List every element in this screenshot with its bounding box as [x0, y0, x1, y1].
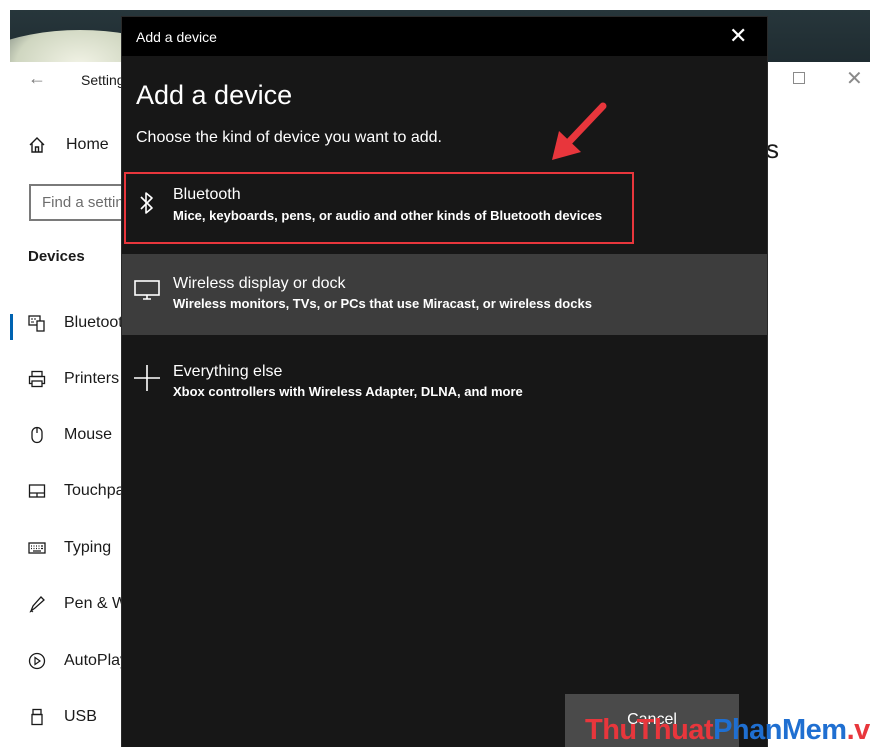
nav-item-label: Mouse [64, 426, 113, 443]
nav-item-label: Typing [64, 539, 112, 556]
home-icon [29, 137, 45, 153]
nav-item-touchpad[interactable]: Touchpad [28, 482, 133, 500]
pen-icon [28, 595, 46, 613]
page-heading: s [766, 134, 779, 164]
watermark-logo: ThuThuatPhanMem.vn [585, 714, 870, 747]
section-label: Devices [28, 248, 85, 265]
keyboard-icon [28, 539, 46, 557]
back-arrow-icon[interactable]: ← [28, 68, 46, 89]
nav-home-label: Home [66, 136, 109, 153]
close-icon[interactable]: ✕ [729, 23, 747, 49]
annotation-arrow-icon [552, 102, 607, 160]
add-device-dialog: Add a device ✕ Add a device Choose the k… [122, 17, 767, 747]
option-title: Bluetooth [173, 186, 241, 203]
watermark-part: ThuThuat [585, 714, 714, 746]
bluetooth-icon [132, 188, 162, 218]
nav-item-typing[interactable]: Typing [28, 539, 111, 557]
printer-icon [28, 370, 46, 388]
close-icon[interactable]: ✕ [846, 66, 863, 91]
keyboard-device-icon [28, 314, 46, 332]
dialog-titlebar: Add a device ✕ [122, 17, 767, 56]
dialog-subtitle: Choose the kind of device you want to ad… [136, 129, 442, 146]
watermark-part: .vn [846, 714, 870, 746]
nav-home[interactable]: Home [28, 136, 109, 154]
option-description: Wireless monitors, TVs, or PCs that use … [173, 296, 592, 311]
nav-item-autoplay[interactable]: AutoPlay [28, 652, 128, 670]
option-bluetooth[interactable]: Bluetooth Mice, keyboards, pens, or audi… [122, 171, 767, 244]
option-title: Everything else [173, 363, 283, 380]
option-title: Wireless display or dock [173, 275, 346, 292]
option-everything-else[interactable]: Everything else Xbox controllers with Wi… [122, 347, 767, 417]
option-wireless-display[interactable]: Wireless display or dock Wireless monito… [122, 254, 767, 335]
monitor-icon [132, 275, 162, 305]
nav-item-label: AutoPlay [64, 652, 129, 669]
nav-item-label: USB [64, 708, 97, 725]
plus-icon [132, 363, 162, 393]
active-indicator [10, 314, 13, 340]
autoplay-icon [28, 652, 46, 670]
maximize-icon[interactable] [793, 72, 805, 84]
nav-item-usb[interactable]: USB [28, 708, 97, 726]
option-description: Xbox controllers with Wireless Adapter, … [173, 384, 523, 399]
mouse-icon [28, 426, 46, 444]
nav-item-mouse[interactable]: Mouse [28, 426, 112, 444]
dialog-window-title: Add a device [136, 29, 217, 45]
option-description: Mice, keyboards, pens, or audio and othe… [173, 208, 603, 223]
dialog-heading: Add a device [136, 80, 293, 110]
watermark-part: PhanMem [713, 714, 847, 746]
touchpad-icon [28, 482, 46, 500]
usb-icon [28, 708, 46, 726]
